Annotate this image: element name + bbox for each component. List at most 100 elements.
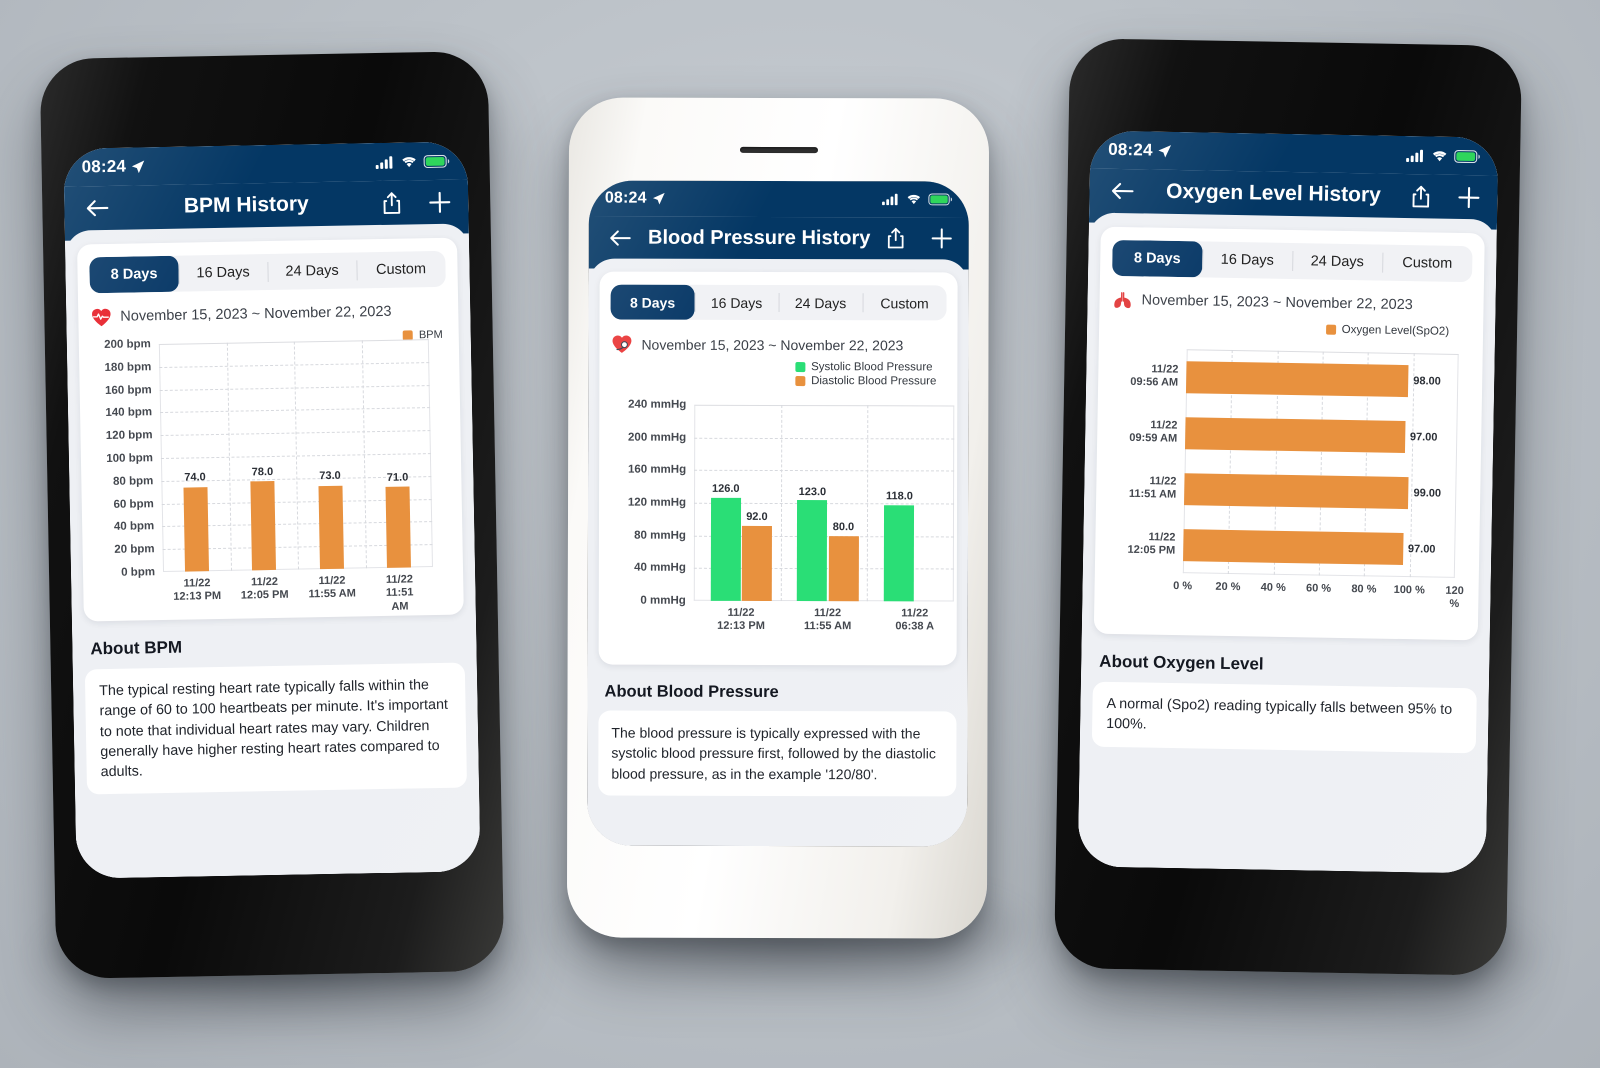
share-icon: [887, 227, 904, 249]
bar-bpm-1[interactable]: [250, 481, 277, 571]
hbar-spo2-1[interactable]: [1184, 417, 1406, 453]
segment-24-days[interactable]: 24 Days: [267, 252, 357, 290]
x-tick: 60 %: [1305, 582, 1332, 595]
segment-label: Custom: [1402, 254, 1453, 272]
x-tick: 11/22 11:55 AM: [308, 574, 356, 602]
status-time: 08:24: [604, 189, 647, 207]
heartbeat-icon: [92, 308, 111, 327]
bar-value-label: 71.0: [386, 471, 409, 484]
segment-label: Custom: [375, 261, 427, 279]
bar-systolic-1[interactable]: [797, 500, 828, 602]
segment-8-days[interactable]: 8 Days: [89, 255, 179, 294]
range-segmented-control[interactable]: 8 Days 16 Days 24 Days Custom: [610, 284, 947, 321]
y-label-line2: 09:56 AM: [1130, 376, 1179, 390]
back-button[interactable]: [604, 222, 636, 254]
share-icon: [383, 191, 400, 214]
legend-item: Systolic Blood Pressure: [795, 361, 933, 373]
range-segmented-control[interactable]: 8 Days 16 Days 24 Days Custom: [1112, 239, 1473, 283]
legend-swatch-systolic: [795, 362, 806, 373]
add-button[interactable]: [929, 226, 954, 251]
date-range-row[interactable]: November 15, 2023 ~ November 22, 2023: [1111, 290, 1471, 316]
battery-full-icon: [1454, 149, 1480, 163]
y-category-label: 11/22 09:56 AM: [1130, 363, 1186, 391]
phone-screen-blood-pressure: 08:24 Blood Pressure History 8 Days 16 D…: [587, 180, 969, 847]
x-tick: 11/22 12:13 PM: [173, 577, 221, 605]
x-tick-line2: 11:51 AM: [385, 586, 414, 613]
earpiece-speaker: [739, 146, 818, 154]
hbar-spo2-2[interactable]: [1184, 473, 1409, 509]
segment-label: Custom: [880, 294, 929, 311]
bar-diastolic-0[interactable]: [741, 525, 772, 601]
bar-value-label: 126.0: [712, 482, 740, 496]
bar-bpm-0[interactable]: [183, 486, 209, 572]
status-bar: 08:24: [588, 180, 969, 218]
add-button[interactable]: [1455, 184, 1481, 210]
y-tick: 80 bpm: [112, 474, 154, 488]
segment-16-days[interactable]: 16 Days: [695, 285, 779, 320]
segment-16-days[interactable]: 16 Days: [1202, 241, 1293, 279]
hbar-spo2-3[interactable]: [1183, 529, 1404, 565]
share-button[interactable]: [1407, 182, 1433, 210]
hbar-value-label: 98.00: [1413, 375, 1441, 388]
y-tick: 100 bpm: [106, 452, 154, 466]
content-sheet: 8 Days 16 Days 24 Days Custom November 1…: [1077, 212, 1498, 874]
chart-card: 8 Days 16 Days 24 Days Custom November 1…: [1093, 226, 1485, 641]
x-tick-line2: 12:13 PM: [717, 620, 765, 633]
segment-custom[interactable]: Custom: [356, 251, 446, 289]
bar-diastolic-1[interactable]: [828, 535, 859, 602]
date-range-row[interactable]: November 15, 2023 ~ November 22, 2023: [90, 301, 446, 328]
x-tick-line2: 11:55 AM: [308, 587, 356, 601]
segment-16-days[interactable]: 16 Days: [178, 254, 268, 292]
y-tick: 140 bpm: [105, 406, 153, 420]
back-arrow-icon: [86, 200, 109, 217]
segment-label: 16 Days: [196, 264, 250, 282]
share-button[interactable]: [378, 189, 405, 217]
x-tick-line2: 11:55 AM: [803, 620, 852, 633]
x-tick-line1: 11/22: [318, 574, 346, 588]
plot-area: 0 bpm 20 bpm 40 bpm 60 bpm 80 bpm 100 bp…: [104, 338, 433, 613]
y-tick: 80 mmHg: [634, 529, 686, 542]
bar-value-label: 123.0: [798, 485, 827, 498]
x-tick-line2: 06:38 A: [895, 620, 935, 633]
plot-area: 0 mmHg 40 mmHg 80 mmHg 120 mmHg 160 mmHg…: [628, 399, 955, 633]
location-arrow-icon: [132, 160, 145, 173]
add-button[interactable]: [426, 189, 452, 215]
bar-systolic-2[interactable]: [884, 504, 915, 602]
segment-custom[interactable]: Custom: [1382, 245, 1473, 283]
phone-device-bpm: 08:24 BPM History 8 Days 16 Days 24 Days…: [39, 50, 505, 980]
hbar-value-label: 99.00: [1413, 487, 1442, 500]
content-sheet: 8 Days 16 Days 24 Days Custom November 1…: [587, 258, 969, 847]
back-button[interactable]: [1105, 174, 1140, 209]
back-button[interactable]: [80, 191, 115, 226]
bar-systolic-0[interactable]: [710, 497, 741, 601]
share-button[interactable]: [883, 225, 908, 252]
segment-custom[interactable]: Custom: [863, 285, 947, 320]
segment-label: 8 Days: [110, 266, 158, 283]
segment-24-days[interactable]: 24 Days: [1292, 243, 1383, 281]
cellular-bars-icon: [882, 193, 898, 206]
y-label-line1: 11/22: [1150, 419, 1178, 432]
date-range-row[interactable]: November 15, 2023 ~ November 22, 2023: [610, 334, 946, 356]
segment-8-days[interactable]: 8 Days: [610, 284, 695, 320]
range-segmented-control[interactable]: 8 Days 16 Days 24 Days Custom: [89, 250, 446, 294]
y-label-line1: 11/22: [1151, 363, 1179, 376]
phone-screen-bpm: 08:24 BPM History 8 Days 16 Days 24 Days…: [63, 141, 481, 879]
hbar-spo2-0[interactable]: [1185, 361, 1409, 397]
y-tick: 120 bpm: [105, 429, 153, 443]
bar-bpm-3[interactable]: [385, 486, 412, 568]
x-tick: 120 %: [1445, 584, 1464, 611]
segment-24-days[interactable]: 24 Days: [779, 285, 863, 320]
battery-full-icon: [423, 154, 450, 168]
bar-value-label: 80.0: [832, 520, 855, 533]
segment-label: 8 Days: [1133, 250, 1181, 268]
about-heading: About Oxygen Level: [1099, 651, 1264, 674]
y-category-label: 11/22 11:51 AM: [1129, 475, 1185, 503]
y-tick: 200 mmHg: [628, 431, 687, 444]
lungs-icon: [1114, 292, 1131, 309]
segment-8-days[interactable]: 8 Days: [1112, 239, 1203, 278]
y-label-line2: 12:05 PM: [1127, 544, 1176, 558]
y-tick: 40 mmHg: [634, 561, 686, 575]
chart-card: 8 Days 16 Days 24 Days Custom November 1…: [77, 237, 464, 622]
bar-bpm-2[interactable]: [318, 485, 344, 570]
page-title: Blood Pressure History: [648, 226, 871, 249]
